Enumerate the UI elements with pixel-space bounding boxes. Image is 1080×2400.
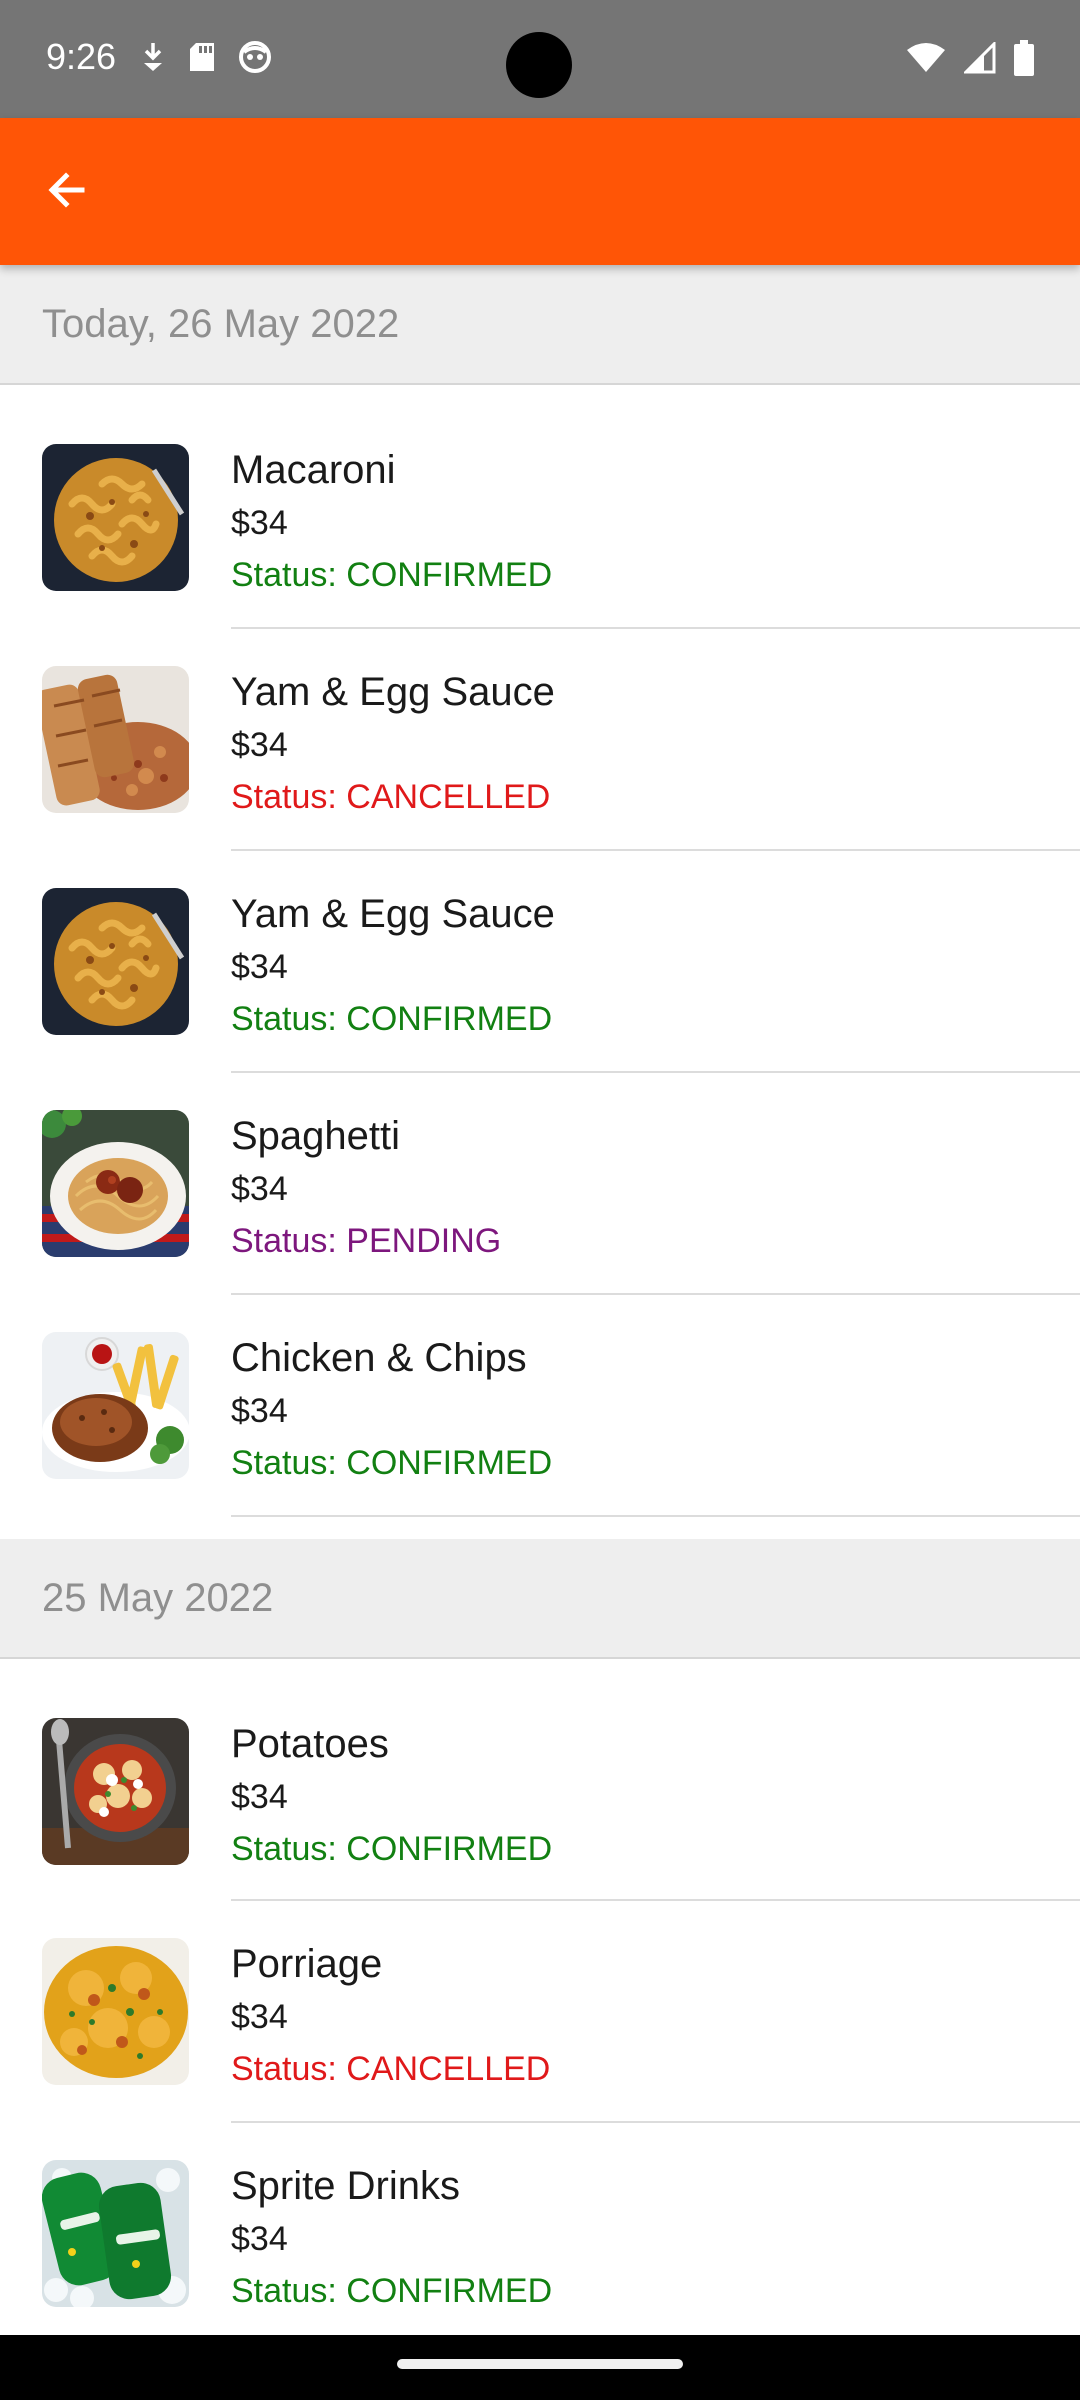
order-status: Status: CANCELLED: [231, 778, 551, 816]
face-icon: [238, 40, 272, 79]
order-item-name: Chicken & Chips: [231, 1336, 527, 1380]
order-row[interactable]: Yam & Egg Sauce $34 Status: CONFIRMED: [0, 851, 1080, 1073]
food-thumbnail: [42, 888, 189, 1035]
order-status: Status: CONFIRMED: [231, 1000, 553, 1038]
order-item-name: Potatoes: [231, 1722, 389, 1766]
app-bar: [0, 118, 1080, 265]
order-price: $34: [231, 1392, 288, 1430]
food-thumbnail: [42, 666, 189, 813]
order-details: Potatoes $34 Status: CONFIRMED: [231, 1717, 1080, 1875]
status-time: 9:26: [46, 36, 117, 77]
order-row[interactable]: Potatoes $34 Status: CONFIRMED: [0, 1659, 1080, 1901]
order-row[interactable]: Chicken & Chips $34 Status: CONFIRMED: [0, 1295, 1080, 1517]
order-details: Macaroni $34 Status: CONFIRMED: [231, 443, 1080, 601]
order-item-name: Macaroni: [231, 448, 396, 492]
back-button[interactable]: [30, 156, 102, 228]
order-price: $34: [231, 948, 288, 986]
order-row[interactable]: Macaroni $34 Status: CONFIRMED: [0, 385, 1080, 629]
order-row[interactable]: Yam & Egg Sauce $34 Status: CANCELLED: [0, 629, 1080, 851]
order-row[interactable]: Sprite Drinks $34 Status: CONFIRMED: [0, 2123, 1080, 2335]
order-status: Status: CONFIRMED: [231, 2272, 553, 2310]
order-price: $34: [231, 1998, 288, 2036]
order-item-name: Porriage: [231, 1942, 383, 1986]
order-status: Status: CONFIRMED: [231, 1830, 553, 1868]
home-gesture-handle[interactable]: [397, 2359, 683, 2369]
order-details: Chicken & Chips $34 Status: CONFIRMED: [231, 1331, 1080, 1489]
order-details: Sprite Drinks $34 Status: CONFIRMED: [231, 2159, 1080, 2317]
status-bar: 9:26: [0, 0, 1080, 118]
order-details: Yam & Egg Sauce $34 Status: CONFIRMED: [231, 887, 1080, 1045]
order-row[interactable]: Spaghetti $34 Status: PENDING: [0, 1073, 1080, 1295]
status-notification-icons: [140, 40, 272, 79]
food-thumbnail: [42, 2160, 189, 2307]
order-details: Spaghetti $34 Status: PENDING: [231, 1109, 1080, 1267]
order-item-name: Yam & Egg Sauce: [231, 892, 555, 936]
food-thumbnail: [42, 1110, 189, 1257]
order-history-screen: 9:26 Today, 26 May 2022 Macaroni $34 Sta…: [0, 0, 1080, 2400]
order-details: Yam & Egg Sauce $34 Status: CANCELLED: [231, 665, 1080, 823]
date-section-header: Today, 26 May 2022: [0, 265, 1080, 385]
wifi-icon: [906, 42, 946, 79]
system-navigation-bar: [0, 2335, 1080, 2400]
order-status: Status: CANCELLED: [231, 2050, 551, 2088]
download-icon: [140, 41, 166, 78]
battery-icon: [1014, 40, 1034, 81]
order-group: 25 May 2022 Potatoes $34 Status: CONFIRM…: [0, 1539, 1080, 2335]
order-price: $34: [231, 504, 288, 542]
order-status: Status: PENDING: [231, 1222, 502, 1260]
row-divider: [231, 1515, 1080, 1517]
order-status: Status: CONFIRMED: [231, 1444, 553, 1482]
food-thumbnail: [42, 1938, 189, 2085]
arrow-back-icon: [42, 166, 90, 219]
cellular-signal-icon: [962, 40, 996, 79]
food-thumbnail: [42, 444, 189, 591]
food-thumbnail: [42, 1718, 189, 1865]
order-price: $34: [231, 1778, 288, 1816]
order-group: Today, 26 May 2022 Macaroni $34 Status: …: [0, 265, 1080, 1539]
food-thumbnail: [42, 1332, 189, 1479]
order-status: Status: CONFIRMED: [231, 556, 553, 594]
order-item-name: Yam & Egg Sauce: [231, 670, 555, 714]
date-section-header: 25 May 2022: [0, 1539, 1080, 1659]
order-details: Porriage $34 Status: CANCELLED: [231, 1937, 1080, 2095]
order-price: $34: [231, 1170, 288, 1208]
order-price: $34: [231, 2220, 288, 2258]
order-row[interactable]: Porriage $34 Status: CANCELLED: [0, 1901, 1080, 2123]
order-item-name: Spaghetti: [231, 1114, 401, 1158]
order-item-name: Sprite Drinks: [231, 2164, 460, 2208]
sd-card-icon: [188, 41, 216, 78]
status-system-icons: [906, 40, 1034, 81]
camera-cutout: [506, 32, 572, 98]
order-price: $34: [231, 726, 288, 764]
order-list[interactable]: Today, 26 May 2022 Macaroni $34 Status: …: [0, 265, 1080, 2335]
